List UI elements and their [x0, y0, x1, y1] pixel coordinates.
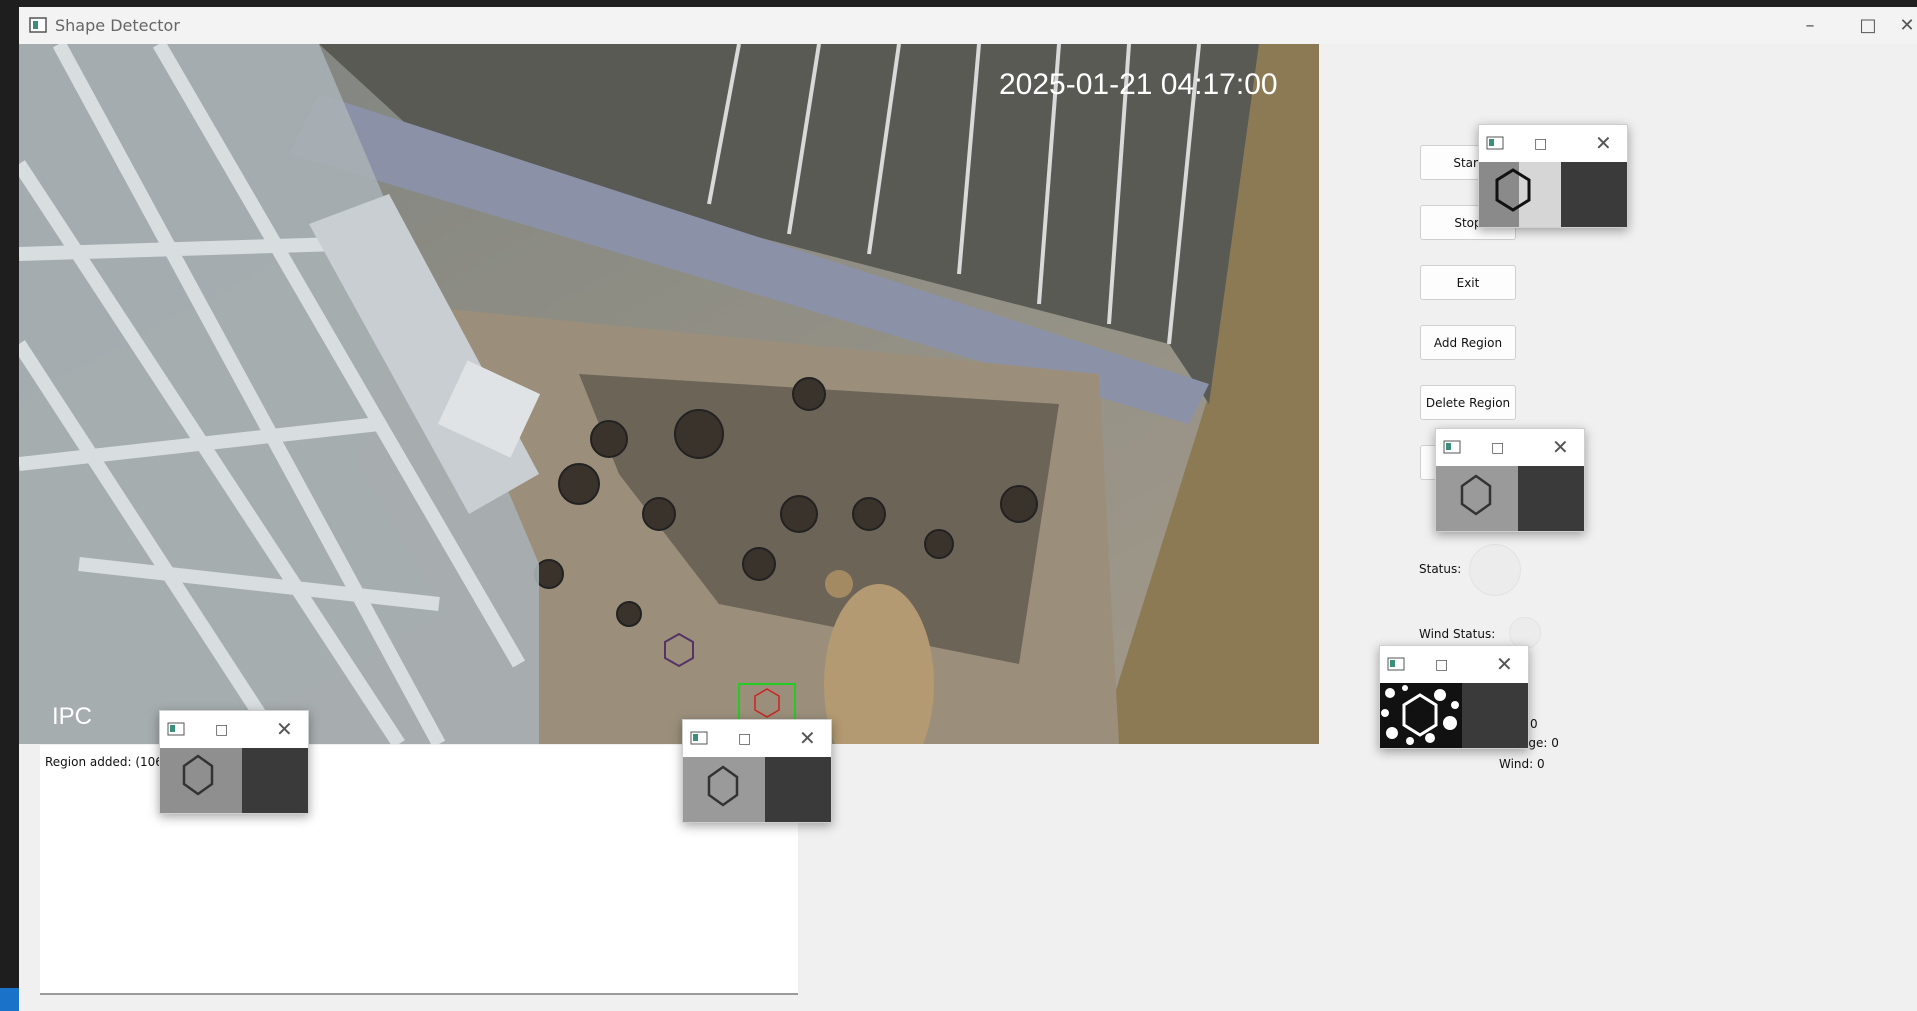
close-icon[interactable]: ✕	[799, 726, 816, 750]
minimize-icon[interactable]: –	[1781, 7, 1839, 44]
video-feed[interactable]: 2025-01-21 04:17:00 IPC	[19, 44, 1319, 744]
app-icon	[1443, 440, 1461, 454]
wind-count: Wind: 0	[1499, 757, 1545, 771]
region-thumbnail	[683, 757, 765, 822]
close-icon[interactable]: ✕	[1552, 435, 1569, 459]
close-icon[interactable]: ✕	[276, 717, 293, 741]
add-region-button[interactable]: Add Region	[1420, 325, 1516, 360]
video-timestamp: 2025-01-21 04:17:00	[999, 68, 1278, 101]
window-title: Shape Detector	[55, 16, 180, 35]
maximize-icon[interactable]: □	[1491, 440, 1504, 456]
log-line: Region added: (1060	[45, 755, 171, 769]
close-icon[interactable]: ✕	[1496, 652, 1513, 676]
region-thumbnail	[160, 748, 242, 813]
maximize-icon[interactable]: □	[1435, 657, 1448, 673]
app-icon	[1387, 657, 1405, 671]
preview-panel	[242, 748, 308, 813]
camera-label: IPC	[52, 703, 92, 730]
count-line: 0	[1530, 717, 1538, 731]
popup-window-4[interactable]: □ ✕	[159, 710, 309, 814]
region-thumbnail	[1436, 466, 1518, 531]
main-window: Shape Detector – □ ✕ 2025-01-21 04:17:00…	[19, 7, 1917, 1011]
popup-titlebar: □ ✕	[1479, 125, 1627, 162]
exit-button[interactable]: Exit	[1420, 265, 1516, 300]
popup-window-2[interactable]: □ ✕	[1435, 428, 1585, 532]
app-icon	[167, 722, 185, 736]
popup-window-5[interactable]: □ ✕	[682, 719, 832, 823]
taskbar-edge	[0, 988, 20, 1011]
preview-panel	[1561, 162, 1627, 227]
status-indicator	[1469, 544, 1521, 596]
popup-window-3[interactable]: □ ✕	[1379, 645, 1529, 749]
maximize-icon[interactable]: □	[738, 731, 751, 747]
app-icon	[1486, 136, 1504, 150]
maximize-icon[interactable]: □	[215, 722, 228, 738]
close-icon[interactable]: ✕	[1897, 7, 1917, 44]
status-label: Status:	[1419, 562, 1462, 576]
app-icon	[29, 17, 47, 33]
desktop-left-strip	[0, 0, 20, 1011]
video-image: 2025-01-21 04:17:00 IPC	[19, 44, 1319, 744]
maximize-icon[interactable]: □	[1839, 7, 1897, 44]
popup-titlebar: □ ✕	[1380, 646, 1528, 683]
popup-titlebar: □ ✕	[160, 711, 308, 748]
region-thumbnail	[1479, 162, 1561, 227]
wind-status-label: Wind Status:	[1419, 627, 1496, 641]
titlebar: Shape Detector – □ ✕	[19, 7, 1917, 44]
maximize-icon[interactable]: □	[1534, 136, 1547, 152]
popup-titlebar: □ ✕	[683, 720, 831, 757]
close-icon[interactable]: ✕	[1595, 131, 1612, 155]
preview-panel	[1518, 466, 1584, 531]
delete-region-button[interactable]: Delete Region	[1420, 385, 1516, 420]
region-thumbnail	[1380, 683, 1462, 748]
popup-window-1[interactable]: □ ✕	[1478, 124, 1628, 228]
app-icon	[690, 731, 708, 745]
desktop-top-strip	[0, 0, 1917, 7]
preview-panel	[1462, 683, 1528, 748]
preview-panel	[765, 757, 831, 822]
popup-titlebar: □ ✕	[1436, 429, 1584, 466]
